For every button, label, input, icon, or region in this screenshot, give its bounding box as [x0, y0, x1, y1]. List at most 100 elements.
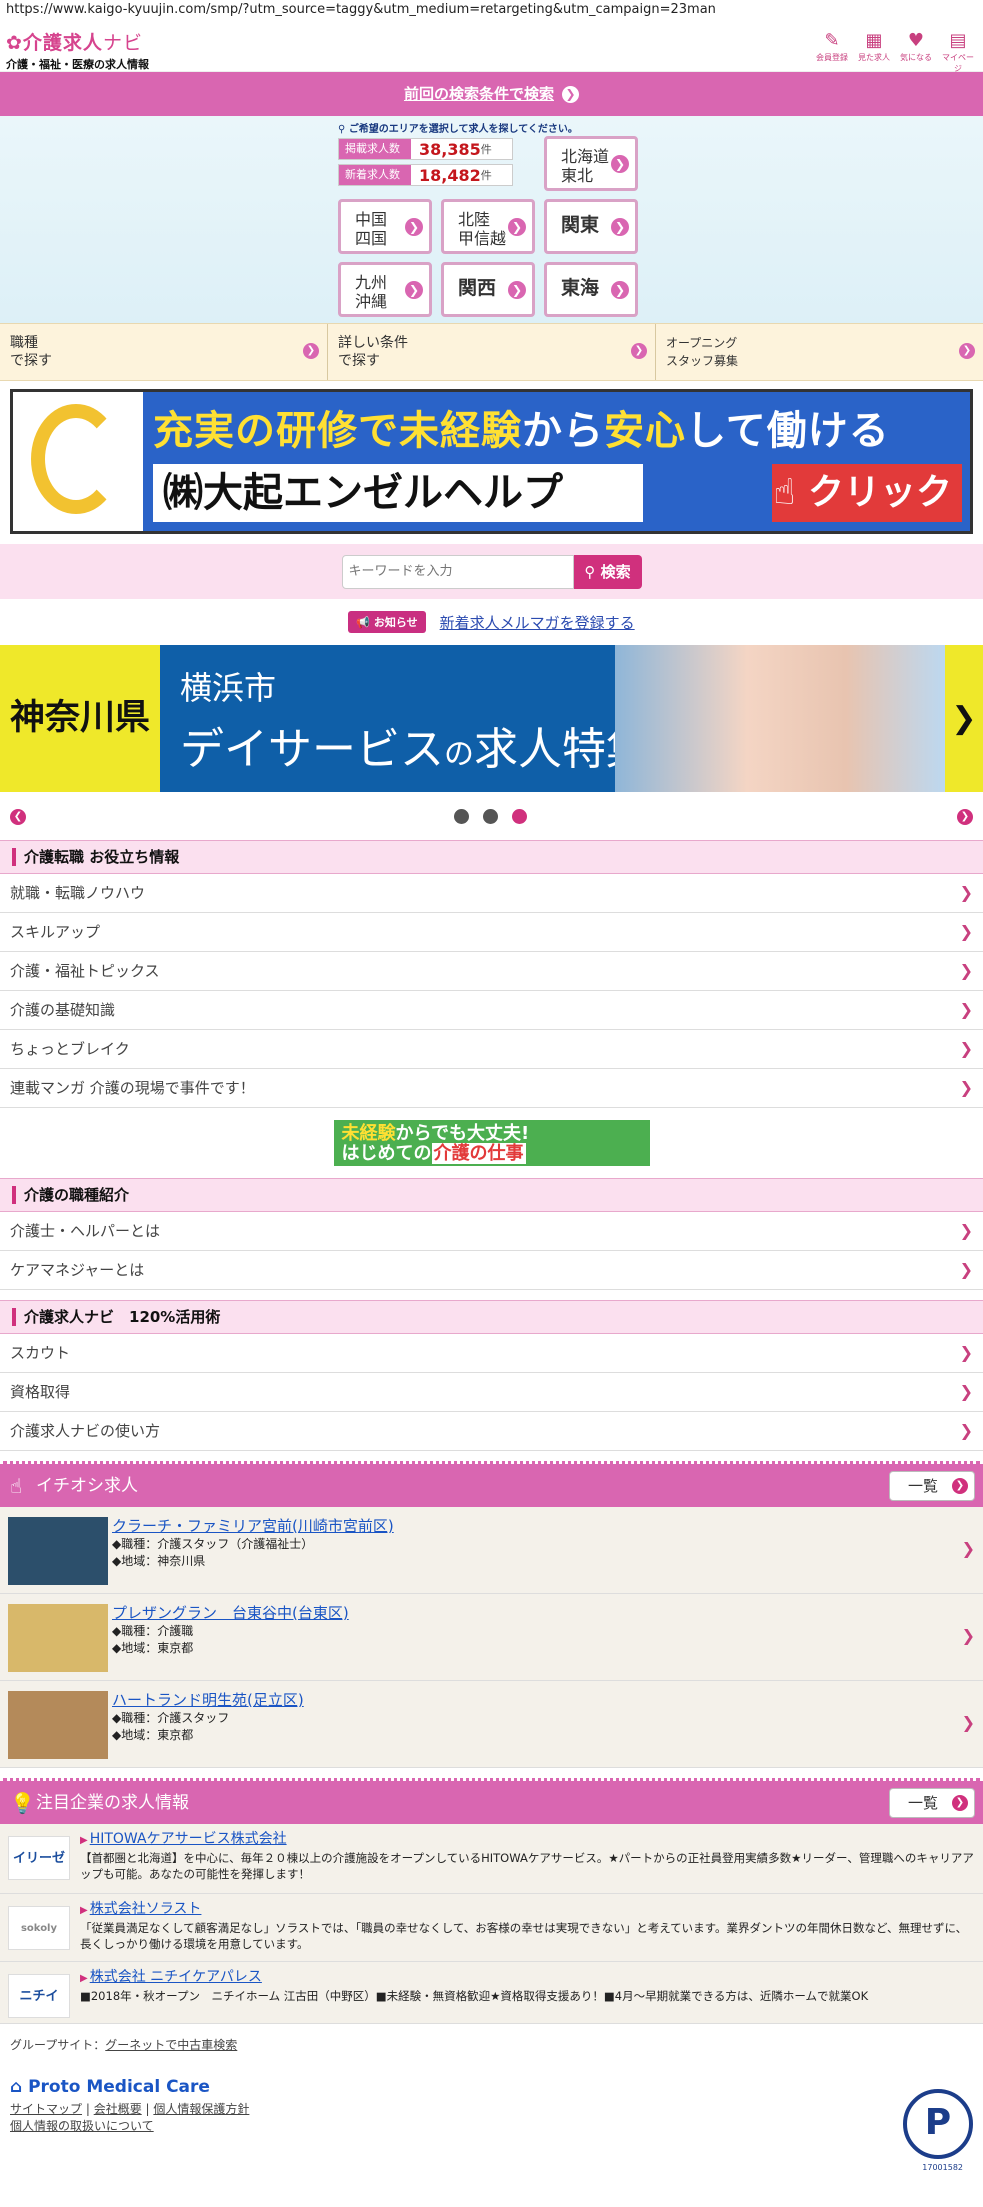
proto-logo-icon: ⌂ [10, 2077, 29, 2097]
carousel-next-icon[interactable]: ❯ [945, 645, 983, 792]
viewed-jobs-button[interactable]: ▦ 見た求人 [855, 30, 893, 74]
company-item[interactable]: イリーゼ HITOWAケアサービス株式会社 【首都圏と北海道】を中心に、毎年２０… [0, 1824, 983, 1894]
chevron-right-icon: ❯ [959, 1000, 973, 1019]
region-hokuriku-koshinetsu[interactable]: 北陸 甲信越 ❯ [441, 199, 535, 254]
pickup-item[interactable]: ハートランド明生苑(足立区) ◆職種：介護スタッフ ◆地域：東京都 ❯ [0, 1681, 983, 1768]
region-chugoku-shikoku[interactable]: 中国 四国 ❯ [338, 199, 432, 254]
total-jobs-stat: 掲載求人数 38,385 件 [338, 138, 513, 160]
list-item[interactable]: 介護士・ヘルパーとは ❯ [0, 1212, 983, 1251]
chevron-right-icon: ❯ [508, 217, 526, 236]
kanagawa-feature-banner[interactable]: 神奈川県 横浜市 デイサービスの求人特集 ❯ [0, 645, 983, 792]
chevron-right-icon: ❯ [611, 280, 629, 299]
list-item[interactable]: 連載マンガ 介護の現場で事件です！ ❯ [0, 1069, 983, 1108]
heart-icon: ♥ [907, 30, 925, 51]
company-logo: イリーゼ [8, 1836, 70, 1880]
company-logo: sokoly [8, 1906, 70, 1950]
pin-icon: ⚲ [338, 124, 349, 135]
company-item[interactable]: ニチイ 株式会社 ニチイケアパレス ■2018年・秋オープン ニチイホーム 江古… [0, 1962, 983, 2024]
pickup-item[interactable]: プレザングラン 台東谷中(台東区) ◆職種：介護職 ◆地域：東京都 ❯ [0, 1594, 983, 1681]
section-header: 介護転職 お役立ち情報 [0, 840, 983, 874]
privacy-policy-link[interactable]: 個人情報保護方針 [153, 2102, 249, 2116]
job-title-link[interactable]: ハートランド明生苑(足立区) [112, 1689, 983, 1710]
chevron-right-icon: ❯ [959, 922, 973, 941]
chevron-right-icon: ❯ [959, 1078, 973, 1097]
newsletter-link[interactable]: 新着求人メルマガを登録する [440, 612, 635, 633]
list-item[interactable]: ケアマネジャーとは ❯ [0, 1251, 983, 1290]
chevron-right-icon: ❯ [959, 961, 973, 980]
list-item[interactable]: ちょっとブレイク ❯ [0, 1030, 983, 1069]
pickup-all-button[interactable]: 一覧 ❯ [889, 1471, 975, 1501]
beginner-banner-wrap: 未経験からでも大丈夫! はじめての 介護の仕事 [0, 1108, 983, 1178]
pencil-icon: ✎ [824, 30, 840, 51]
privacy-mark-number: 17001582 [922, 2163, 963, 2172]
chevron-right-icon: ❯ [959, 1039, 973, 1058]
mypage-button[interactable]: ▤ マイページ [939, 30, 977, 74]
search-by-job-type[interactable]: 職種 で探す ❯ [0, 324, 328, 380]
list-item[interactable]: 介護の基礎知識 ❯ [0, 991, 983, 1030]
region-kyushu-okinawa[interactable]: 九州 沖縄 ❯ [338, 262, 432, 317]
banner-city: 横浜市 [180, 669, 277, 707]
flower-icon: ✿ [6, 32, 23, 54]
site-logo[interactable]: ✿介護求人ナビ 介護・福祉・医療の求人情報 [6, 28, 149, 72]
region-hokkaido-tohoku[interactable]: 北海道 東北 ❯ [544, 136, 638, 191]
list-item[interactable]: 就職・転職ノウハウ ❯ [0, 874, 983, 913]
region-kanto[interactable]: 関東 ❯ [544, 199, 638, 254]
list-item[interactable]: スキルアップ ❯ [0, 913, 983, 952]
company-name-link[interactable]: 株式会社 ニチイケアパレス [80, 1969, 262, 1985]
chevron-right-icon: ❯ [959, 1221, 973, 1240]
chevron-right-icon: ❯ [611, 154, 629, 173]
section-header: 介護の職種紹介 [0, 1178, 983, 1212]
search-options: 職種 で探す ❯ 詳しい条件 で探す ❯ オープニング スタッフ募集 ❯ [0, 323, 983, 381]
chevron-right-icon: ❯ [959, 1421, 973, 1440]
member-register-button[interactable]: ✎ 会員登録 [813, 30, 851, 74]
personal-info-link[interactable]: 個人情報の取扱いについて [10, 2119, 154, 2133]
list-item[interactable]: 資格取得 ❯ [0, 1373, 983, 1412]
job-title-link[interactable]: クラーチ・ファミリア宮前(川崎市宮前区) [112, 1515, 983, 1536]
list-item[interactable]: 介護求人ナビの使い方 ❯ [0, 1412, 983, 1451]
address-bar[interactable]: https://www.kaigo-kyuujin.com/smp/?utm_s… [0, 0, 983, 22]
carousel-next-button[interactable]: ❯ [957, 809, 973, 825]
chevron-right-icon: ❯ [952, 1478, 968, 1494]
search-by-conditions[interactable]: 詳しい条件 で探す ❯ [328, 324, 656, 380]
job-title-link[interactable]: プレザングラン 台東谷中(台東区) [112, 1602, 983, 1623]
list-item[interactable]: 介護・福祉トピックス ❯ [0, 952, 983, 991]
site-header: ✿介護求人ナビ 介護・福祉・医療の求人情報 ✎ 会員登録 ▦ 見た求人 ♥ 気になる … [0, 22, 983, 74]
region-tokai[interactable]: 東海 ❯ [544, 262, 638, 317]
beginner-banner[interactable]: 未経験からでも大丈夫! はじめての 介護の仕事 [331, 1118, 652, 1168]
list-item[interactable]: スカウト ❯ [0, 1334, 983, 1373]
companies-header: 💡 注目企業の求人情報 一覧 ❯ [0, 1778, 983, 1824]
pickup-item[interactable]: クラーチ・ファミリア宮前(川崎市宮前区) ◆職種：介護スタッフ（介護福祉士） ◆… [0, 1507, 983, 1594]
company-item[interactable]: sokoly 株式会社ソラスト 「従業員満足なくして顧客満足なし」ソラストでは、… [0, 1894, 983, 1962]
chevron-right-icon: ❯ [405, 280, 423, 299]
moon-mascot-image [13, 392, 143, 531]
notice-tag: 📢 お知らせ [348, 611, 426, 633]
company-info-link[interactable]: 会社概要 [94, 2102, 142, 2116]
search-button[interactable]: ⚲ 検索 [573, 554, 642, 589]
logo-nav: ナビ [102, 32, 143, 54]
privacy-mark-icon: P [903, 2089, 973, 2159]
group-site-link[interactable]: グーネットで中古車検索 [105, 2038, 237, 2052]
previous-search-button[interactable]: 前回の検索条件で検索 ❯ [0, 72, 983, 116]
banner-title: デイサービスの求人特集 [180, 724, 650, 775]
company-name-link[interactable]: 株式会社ソラスト [80, 1901, 202, 1917]
companies-all-button[interactable]: 一覧 ❯ [889, 1788, 975, 1818]
chevron-right-icon: ❯ [611, 217, 629, 236]
mypage-icon: ▤ [949, 30, 967, 51]
chevron-right-icon: ❯ [959, 883, 973, 902]
carousel-prev-button[interactable]: ❮ [10, 809, 26, 825]
region-kansai[interactable]: 関西 ❯ [441, 262, 535, 317]
company-name-link[interactable]: HITOWAケアサービス株式会社 [80, 1831, 287, 1847]
search-opening-staff[interactable]: オープニング スタッフ募集 ❯ [656, 324, 983, 380]
new-jobs-stat: 新着求人数 18,482 件 [338, 164, 513, 186]
carousel-dot[interactable] [483, 809, 498, 824]
carousel-dot-active[interactable] [512, 809, 527, 824]
job-thumbnail [8, 1691, 108, 1759]
carousel-indicator: ❮ ❯ [0, 792, 983, 840]
chevron-right-icon: ❯ [631, 343, 647, 359]
sitemap-link[interactable]: サイトマップ [10, 2102, 82, 2116]
angel-help-ad-banner[interactable]: 充実の研修で未経験から安心して働ける ㈱大起エンゼルヘルプ ☝ クリック [10, 389, 973, 534]
carousel-dot[interactable] [454, 809, 469, 824]
keyword-input[interactable] [341, 554, 574, 589]
favorites-button[interactable]: ♥ 気になる [897, 30, 935, 74]
ad-company: ㈱大起エンゼルヘルプ [153, 464, 643, 522]
